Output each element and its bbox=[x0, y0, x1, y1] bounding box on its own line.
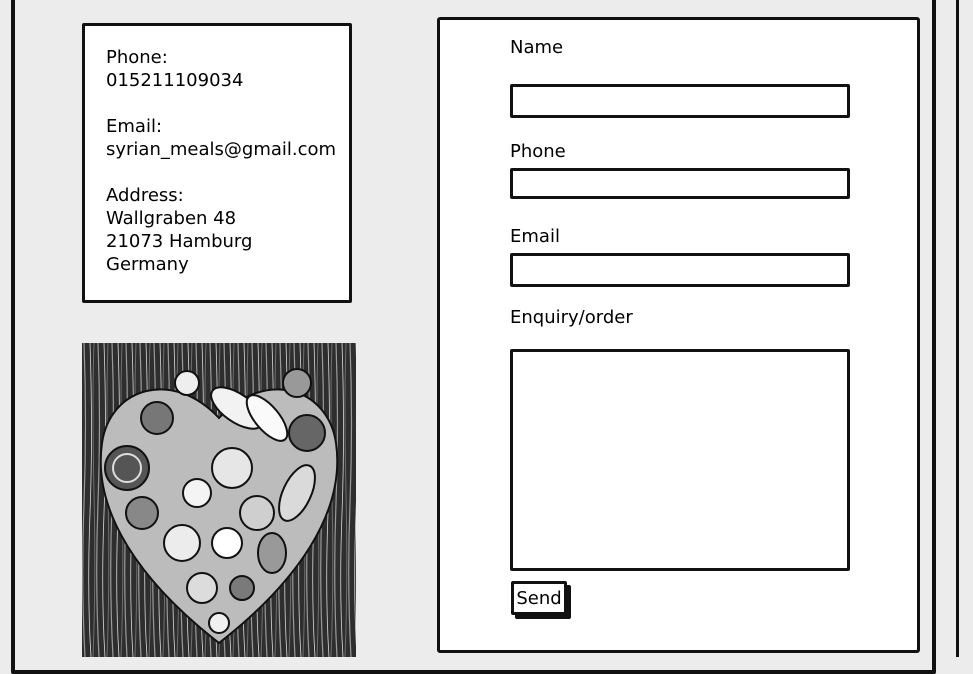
contact-info-card: Phone: 015211109034 Email: syrian_meals@… bbox=[82, 23, 352, 303]
address-street: Wallgraben 48 bbox=[106, 208, 237, 229]
email-input[interactable] bbox=[510, 253, 850, 287]
phone-value: 015211109034 bbox=[106, 70, 244, 91]
enquiry-form: Name Phone Email Enquiry/order Send bbox=[437, 17, 920, 653]
address-country: Germany bbox=[106, 254, 189, 275]
email-value: syrian_meals@gmail.com bbox=[106, 139, 337, 160]
address-city: 21073 Hamburg bbox=[106, 231, 253, 252]
email-label: Email: bbox=[106, 116, 163, 137]
enquiry-textarea[interactable] bbox=[510, 349, 850, 571]
phone-label: Phone: bbox=[106, 47, 168, 68]
phone-field-label: Phone bbox=[510, 141, 566, 162]
vegetable-heart-photo bbox=[82, 343, 356, 657]
name-label: Name bbox=[510, 37, 564, 58]
name-input[interactable] bbox=[510, 84, 850, 118]
send-button[interactable]: Send bbox=[511, 581, 567, 615]
address-label: Address: bbox=[106, 185, 184, 206]
enquiry-label: Enquiry/order bbox=[510, 307, 633, 328]
scrollbar-edge bbox=[956, 0, 959, 657]
phone-input[interactable] bbox=[510, 168, 850, 199]
email-field-label: Email bbox=[510, 226, 560, 247]
vegetable-heart-illustration bbox=[82, 343, 356, 657]
